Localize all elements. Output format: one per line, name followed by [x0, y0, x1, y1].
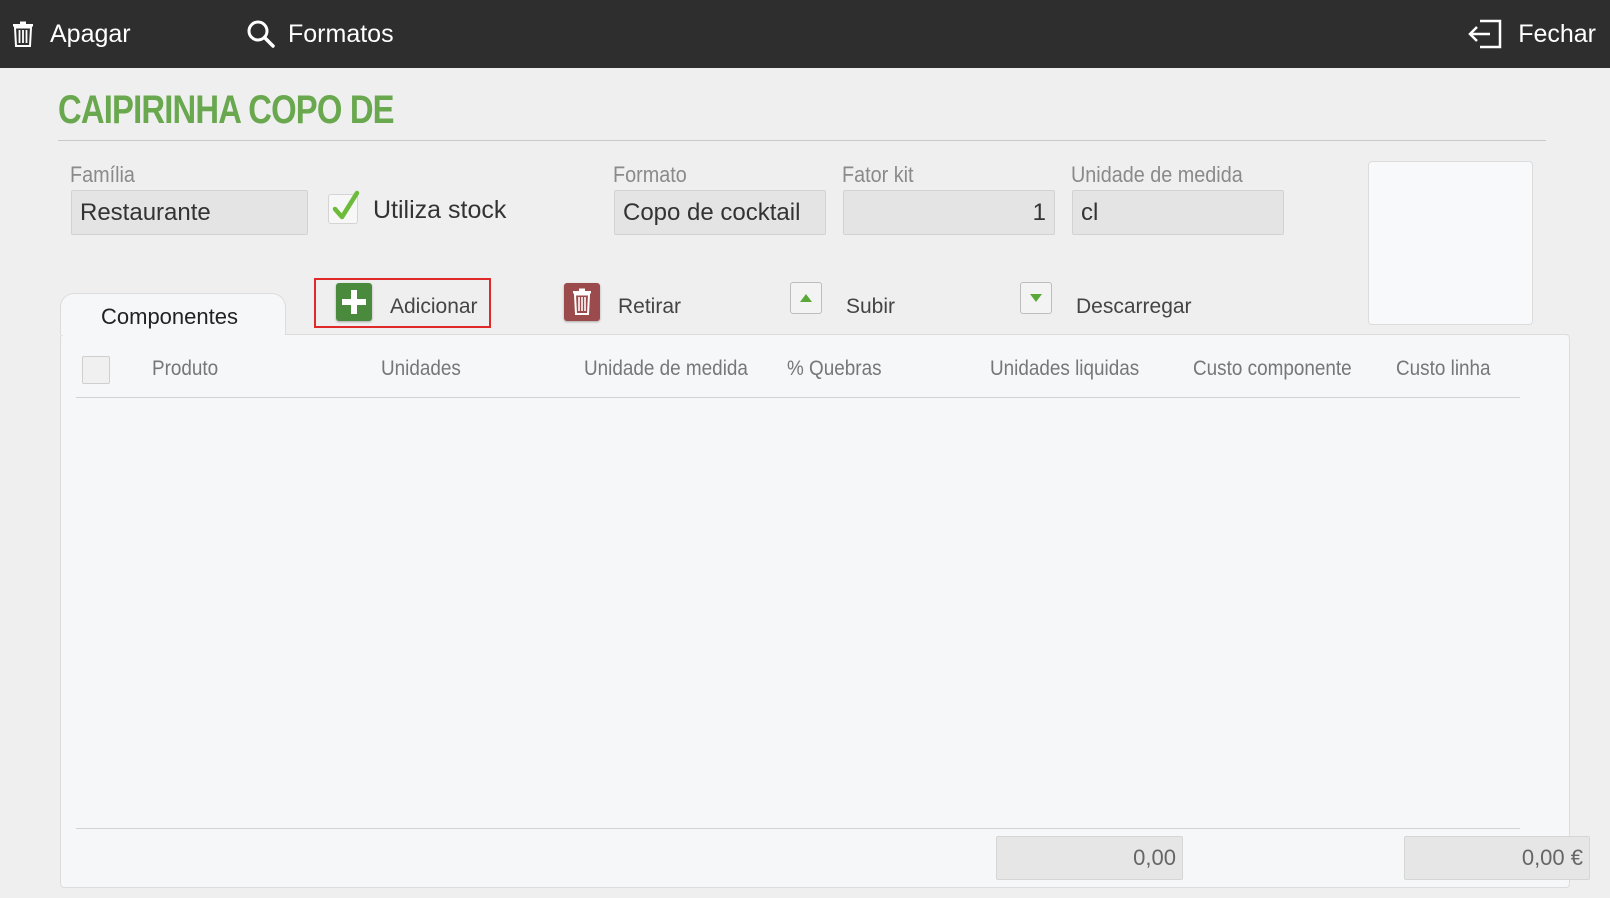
arrow-up-icon: [790, 282, 822, 314]
column-header-unidade-medida[interactable]: Unidade de medida: [584, 357, 748, 381]
close-label: Fechar: [1518, 19, 1596, 48]
search-icon: [246, 19, 276, 49]
column-header-unidades-liquidas[interactable]: Unidades liquidas: [990, 357, 1139, 381]
kit-factor-label: Fator kit: [842, 162, 914, 187]
top-toolbar: Apagar Formatos Fechar: [0, 0, 1610, 68]
remove-component-button[interactable]: Retirar: [560, 278, 700, 328]
move-down-label: Descarregar: [1076, 295, 1192, 318]
format-field[interactable]: Copo de cocktail: [614, 190, 826, 235]
delete-button[interactable]: Apagar: [12, 0, 131, 68]
move-down-button[interactable]: Descarregar: [1018, 278, 1218, 328]
kit-factor-field[interactable]: 1: [843, 190, 1055, 235]
column-header-quebras[interactable]: % Quebras: [787, 357, 882, 381]
uses-stock-checkbox[interactable]: [328, 190, 360, 224]
add-component-button[interactable]: Adicionar: [314, 278, 491, 328]
trash-icon: [12, 21, 34, 47]
uses-stock-label[interactable]: Utiliza stock: [373, 196, 506, 225]
close-button[interactable]: Fechar: [1468, 0, 1596, 68]
components-panel: [60, 334, 1570, 888]
move-up-button[interactable]: Subir: [788, 278, 908, 328]
trash-icon: [564, 283, 600, 321]
column-header-custo-componente[interactable]: Custo componente: [1193, 357, 1352, 381]
total-net-units: 0,00: [996, 836, 1183, 880]
family-field[interactable]: Restaurante: [71, 190, 308, 235]
page-title: CAIPIRINHA COPO DE: [58, 88, 395, 132]
product-image-box[interactable]: [1368, 161, 1533, 325]
tab-componentes[interactable]: Componentes: [60, 293, 286, 335]
remove-label: Retirar: [618, 295, 682, 318]
column-header-unidades[interactable]: Unidades: [381, 357, 461, 381]
family-label: Família: [70, 162, 135, 187]
add-label: Adicionar: [390, 295, 478, 318]
select-all-checkbox[interactable]: [82, 356, 110, 384]
unit-field[interactable]: cl: [1072, 190, 1284, 235]
arrow-down-icon: [1020, 282, 1052, 314]
delete-label: Apagar: [50, 19, 131, 48]
tab-label: Componentes: [101, 304, 238, 329]
formats-button[interactable]: Formatos: [246, 0, 394, 68]
column-header-custo-linha[interactable]: Custo linha: [1396, 357, 1491, 381]
table-header-divider: [76, 397, 1520, 398]
exit-icon: [1468, 19, 1502, 49]
checkmark-icon: [332, 190, 360, 220]
unit-label: Unidade de medida: [1071, 162, 1243, 187]
table-footer-divider: [76, 828, 1520, 829]
plus-icon: [336, 283, 372, 321]
formats-label: Formatos: [288, 19, 394, 48]
format-label: Formato: [613, 162, 687, 187]
title-divider: [58, 140, 1546, 141]
move-up-label: Subir: [846, 295, 896, 318]
column-header-produto[interactable]: Produto: [152, 357, 218, 381]
total-line-cost: 0,00 €: [1404, 836, 1590, 880]
